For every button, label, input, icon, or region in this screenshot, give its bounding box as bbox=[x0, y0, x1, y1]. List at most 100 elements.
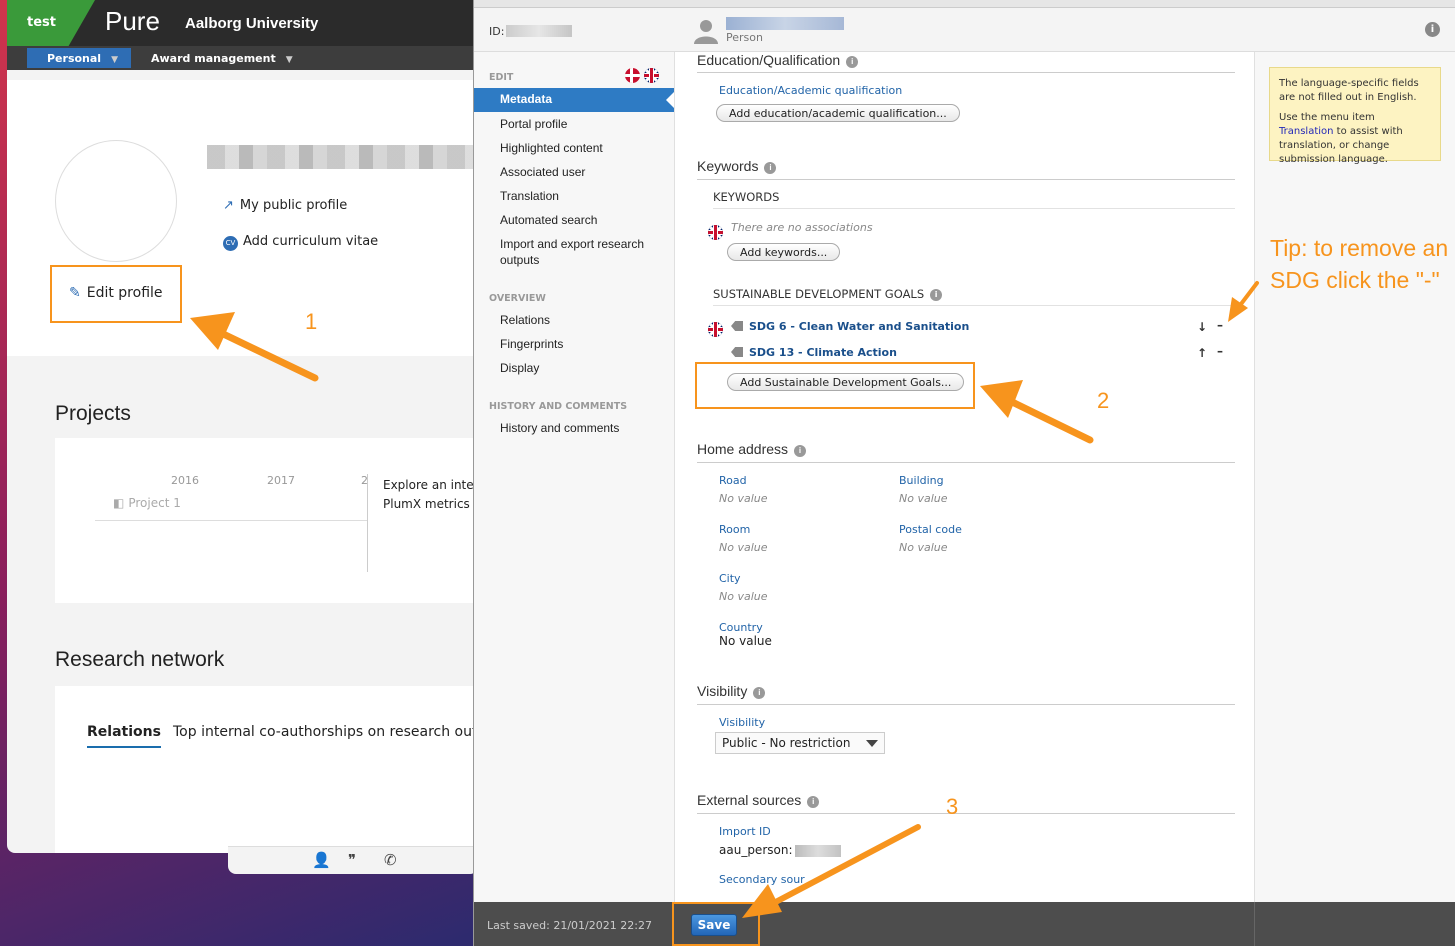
info-icon[interactable]: i bbox=[764, 162, 777, 174]
sidebar-item-history-comments[interactable]: History and comments bbox=[500, 420, 619, 436]
timeline-divider bbox=[367, 474, 368, 572]
pure-background-window: test Pure Aalborg University Personal ▼ A… bbox=[7, 0, 477, 853]
info-icon[interactable]: i bbox=[930, 289, 943, 301]
person-editor-modal: ID: Person i EDIT Metadata Portal profil… bbox=[473, 0, 1455, 946]
sidebar-item-relations[interactable]: Relations bbox=[500, 312, 550, 328]
sidebar-item-metadata[interactable]: Metadata bbox=[474, 88, 674, 112]
sidebar-item-translation[interactable]: Translation bbox=[500, 188, 559, 204]
tab-personal[interactable]: Personal ▼ bbox=[27, 48, 131, 68]
section-divider bbox=[697, 704, 1235, 705]
import-id-value: aau_person: bbox=[719, 843, 793, 857]
projects-card: 2016 2017 2 ◧ Project 1 Explore an inter P… bbox=[55, 438, 477, 603]
keywords-section-title: Keywords i bbox=[697, 158, 777, 174]
keywords-subheading: KEYWORDS bbox=[713, 190, 780, 204]
step-number: 3 bbox=[946, 794, 959, 819]
road-label: Road bbox=[719, 474, 747, 487]
sdg-item[interactable]: SDG 6 - Clean Water and Sanitation bbox=[731, 320, 969, 333]
quote-icon[interactable]: ❞ bbox=[348, 851, 356, 869]
research-network-card: Relations Top internal co-authorships on… bbox=[55, 686, 477, 853]
cv-icon: CV bbox=[223, 236, 238, 251]
sidebar-item-portal-profile[interactable]: Portal profile bbox=[500, 116, 567, 132]
visibility-select[interactable]: Public - No restriction bbox=[715, 732, 885, 754]
tag-icon bbox=[731, 321, 743, 331]
highlight-box-edit-profile bbox=[50, 265, 182, 323]
external-sources-section-title: External sources i bbox=[697, 792, 820, 808]
section-divider bbox=[697, 72, 1235, 73]
footer-divider bbox=[1254, 902, 1255, 946]
info-icon[interactable]: i bbox=[794, 445, 807, 457]
section-divider bbox=[697, 462, 1235, 463]
env-tag: test bbox=[7, 0, 95, 46]
tab-award-management[interactable]: Award management ▼ bbox=[131, 48, 301, 68]
translation-link[interactable]: Translation bbox=[1279, 126, 1334, 137]
project-item[interactable]: ◧ Project 1 bbox=[113, 496, 181, 510]
add-education-button[interactable]: Add education/academic qualification... bbox=[716, 104, 960, 122]
info-icon[interactable]: i bbox=[1425, 22, 1440, 37]
move-up-icon[interactable]: ↑ bbox=[1197, 346, 1207, 360]
cube-icon: ◧ bbox=[113, 496, 125, 510]
sidebar-item-automated-search[interactable]: Automated search bbox=[500, 212, 597, 228]
person-type-label: Person bbox=[726, 31, 763, 44]
sidebar-item-import-export[interactable]: Import and export research outputs bbox=[500, 236, 670, 268]
blurred-name bbox=[207, 145, 477, 169]
editor-sidebar: EDIT Metadata Portal profile Highlighted… bbox=[474, 52, 674, 902]
city-label: City bbox=[719, 572, 741, 585]
research-network-title: Research network bbox=[55, 648, 225, 671]
chevron-down-icon[interactable]: ▼ bbox=[286, 55, 293, 65]
avatar bbox=[55, 140, 177, 262]
nav-header-overview: OVERVIEW bbox=[489, 293, 546, 304]
city-value[interactable]: No value bbox=[719, 590, 768, 603]
tab-top-coauthorships[interactable]: Top internal co-authorships on research … bbox=[173, 724, 477, 740]
education-section-title: Education/Qualification i bbox=[697, 52, 859, 68]
timeline-axis bbox=[95, 520, 367, 521]
section-divider bbox=[697, 179, 1235, 180]
pure-logo[interactable]: Pure bbox=[105, 6, 160, 37]
uk-flag-icon bbox=[708, 322, 723, 337]
metadata-form: Education/Qualification i Education/Acade… bbox=[674, 52, 1254, 902]
sidebar-item-associated-user[interactable]: Associated user bbox=[500, 164, 585, 180]
tab-relations[interactable]: Relations bbox=[87, 724, 161, 748]
sidebar-item-fingerprints[interactable]: Fingerprints bbox=[500, 336, 563, 352]
add-keywords-button[interactable]: Add keywords... bbox=[727, 243, 841, 261]
sidebar-item-display[interactable]: Display bbox=[500, 360, 539, 376]
country-label: Country bbox=[719, 621, 763, 634]
last-saved-text: Last saved: 21/01/2021 22:27 bbox=[487, 919, 652, 932]
keywords-empty-text: There are no associations bbox=[731, 221, 873, 234]
sdg-removal-tip: Tip: to remove an SDG click the "-" bbox=[1270, 235, 1449, 293]
sdg-subheading: SUSTAINABLE DEVELOPMENT GOALS i bbox=[713, 287, 943, 301]
language-warning-box: The language-specific fields are not fil… bbox=[1269, 67, 1441, 165]
room-label: Room bbox=[719, 523, 751, 536]
postal-code-value[interactable]: No value bbox=[899, 541, 948, 554]
postal-code-label: Postal code bbox=[899, 523, 962, 536]
info-icon[interactable]: i bbox=[753, 687, 766, 699]
info-icon[interactable]: i bbox=[846, 56, 859, 68]
country-value[interactable]: No value bbox=[719, 634, 772, 648]
nav-header-history: HISTORY AND COMMENTS bbox=[489, 401, 628, 412]
danish-flag-icon[interactable] bbox=[625, 68, 640, 83]
sidebar-item-highlighted-content[interactable]: Highlighted content bbox=[500, 140, 603, 156]
remove-sdg-button[interactable]: – bbox=[1217, 344, 1223, 358]
section-divider bbox=[697, 813, 1235, 814]
info-icon[interactable]: i bbox=[807, 796, 820, 808]
person-icon bbox=[694, 20, 718, 44]
add-cv-link[interactable]: CV Add curriculum vitae bbox=[223, 234, 378, 251]
editor-footer: Last saved: 21/01/2021 22:27 Save bbox=[474, 902, 1455, 946]
remove-sdg-button[interactable]: – bbox=[1217, 318, 1223, 332]
external-link-icon: ↗ bbox=[223, 198, 234, 213]
visibility-label: Visibility bbox=[719, 716, 766, 729]
chevron-down-icon[interactable]: ▼ bbox=[111, 55, 118, 65]
university-name: Aalborg University bbox=[185, 15, 319, 32]
nav-header-edit: EDIT bbox=[489, 72, 514, 83]
road-value[interactable]: No value bbox=[719, 492, 768, 505]
sdg-item[interactable]: SDG 13 - Climate Action bbox=[731, 346, 897, 359]
move-down-icon[interactable]: ↓ bbox=[1197, 320, 1207, 334]
public-profile-link[interactable]: ↗ My public profile bbox=[223, 198, 347, 213]
uk-flag-icon[interactable] bbox=[644, 68, 659, 83]
building-value[interactable]: No value bbox=[899, 492, 948, 505]
room-value[interactable]: No value bbox=[719, 541, 768, 554]
building-label: Building bbox=[899, 474, 944, 487]
phone-icon[interactable]: ✆ bbox=[384, 851, 397, 869]
person-icon[interactable]: 👤 bbox=[312, 851, 331, 869]
home-address-section-title: Home address i bbox=[697, 441, 807, 457]
chevron-down-icon bbox=[866, 740, 878, 747]
